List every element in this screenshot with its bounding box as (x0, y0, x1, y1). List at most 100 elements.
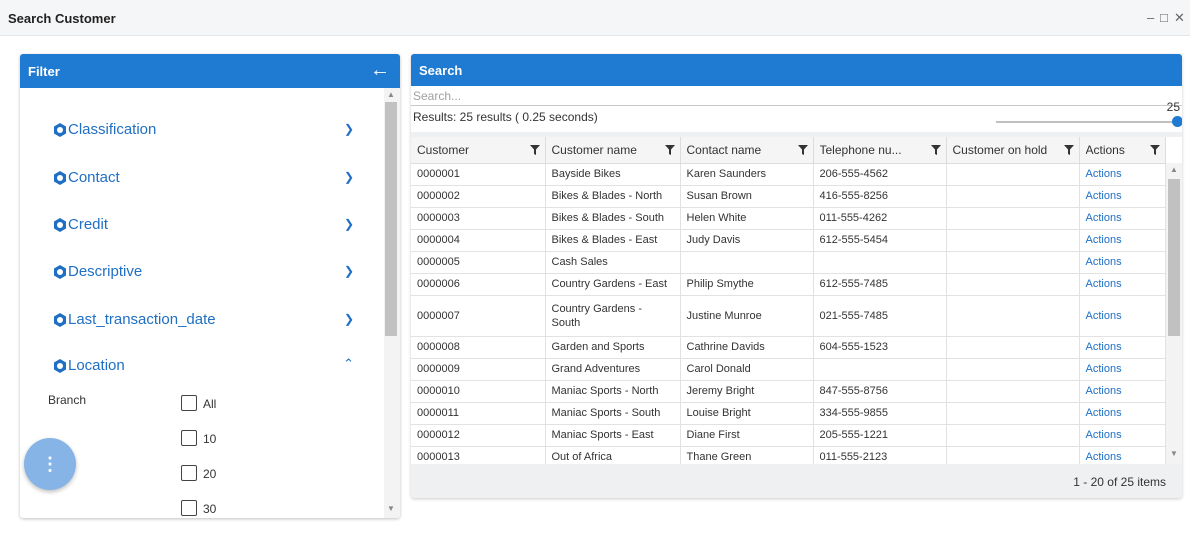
actions-link[interactable]: Actions (1079, 336, 1166, 359)
table-row[interactable]: 0000001 Bayside Bikes Karen Saunders 206-55… (411, 163, 1166, 186)
column-header[interactable]: Customer (411, 137, 546, 164)
table-row[interactable]: 0000010 Maniac Sports - North Jeremy Brigh… (411, 380, 1166, 403)
actions-link[interactable]: Actions (1079, 402, 1166, 425)
column-header[interactable]: Contact name (680, 137, 814, 164)
grid-scrollbar[interactable]: ▲ ▼ (1166, 163, 1182, 464)
scrollbar-thumb[interactable] (385, 102, 397, 336)
filter-funnel-icon[interactable] (529, 145, 540, 155)
table-cell (946, 207, 1080, 230)
table-cell: Diane First (680, 424, 814, 447)
filter-funnel-icon[interactable] (930, 145, 941, 155)
customer-grid: Customer Customer name Contact name Telepho… (411, 137, 1182, 464)
table-row[interactable]: 0000013 Out of Africa Thane Green 011-555-2… (411, 446, 1166, 464)
table-row[interactable]: 0000008 Garden and Sports Cathrine Davids 6… (411, 336, 1166, 359)
scroll-up-icon[interactable]: ▲ (1170, 165, 1178, 174)
table-cell: 604-555-1523 (813, 336, 947, 359)
actions-link[interactable]: Actions (1079, 251, 1166, 274)
table-cell: 0000012 (411, 424, 546, 447)
chevron-down-icon[interactable]: ❯ (344, 170, 354, 184)
checkbox[interactable] (181, 395, 197, 411)
filter-group-classification[interactable]: Classification ❯ (52, 120, 354, 142)
actions-link[interactable]: Actions (1079, 358, 1166, 381)
table-row[interactable]: 0000011 Maniac Sports - South Louise Brigh… (411, 402, 1166, 425)
actions-link[interactable]: Actions (1079, 273, 1166, 296)
filter-group-credit[interactable]: Credit ❯ (52, 215, 354, 237)
table-cell: Country Gardens - East (545, 273, 681, 296)
search-header: Search (411, 54, 1182, 86)
chevron-down-icon[interactable]: ❯ (344, 312, 354, 326)
actions-link[interactable]: Actions (1079, 446, 1166, 464)
checkbox[interactable] (181, 500, 197, 516)
table-row[interactable]: 0000009 Grand Adventures Carol Donald Actio… (411, 358, 1166, 381)
filter-funnel-icon[interactable] (1063, 145, 1074, 155)
more-actions-button[interactable]: ⋮ (24, 438, 76, 490)
slider-handle[interactable] (1172, 116, 1182, 127)
scrollbar-thumb[interactable] (1168, 179, 1180, 336)
maximize-icon[interactable]: □ (1160, 11, 1168, 25)
scroll-up-icon[interactable]: ▲ (387, 90, 395, 99)
table-cell (946, 229, 1080, 252)
column-header[interactable]: Customer name (545, 137, 681, 164)
table-cell: 011-555-2123 (813, 446, 947, 464)
column-header-label: Customer (417, 143, 470, 158)
chevron-up-icon[interactable]: ⌃ (343, 356, 354, 372)
filter-group-descriptive[interactable]: Descriptive ❯ (52, 262, 354, 284)
table-row[interactable]: 0000004 Bikes & Blades - East Judy Davis 61… (411, 229, 1166, 252)
table-row[interactable]: 0000005 Cash Sales Actions (411, 251, 1166, 274)
actions-link[interactable]: Actions (1079, 229, 1166, 252)
chevron-down-icon[interactable]: ❯ (344, 264, 354, 278)
filter-funnel-icon[interactable] (797, 145, 808, 155)
table-cell: 0000005 (411, 251, 546, 274)
filter-group-location[interactable]: Location ⌃ (52, 356, 354, 378)
table-header-row: Customer Customer name Contact name Telepho… (411, 137, 1166, 164)
chevron-down-icon[interactable]: ❯ (344, 217, 354, 231)
filter-scrollbar[interactable]: ▲ ▼ (384, 88, 400, 518)
filter-group-last-transaction-date[interactable]: Last_transaction_date ❯ (52, 310, 354, 332)
actions-link[interactable]: Actions (1079, 185, 1166, 208)
filter-group-contact[interactable]: Contact ❯ (52, 168, 354, 190)
table-cell (946, 358, 1080, 381)
table-cell: 416-555-8256 (813, 185, 947, 208)
table-row[interactable]: 0000006 Country Gardens - East Philip Smyt… (411, 273, 1166, 296)
table-cell: Bikes & Blades - North (545, 185, 681, 208)
arrow-left-icon[interactable]: ← (370, 59, 390, 81)
column-header[interactable]: Actions (1079, 137, 1166, 164)
customer-table: Customer Customer name Contact name Telepho… (411, 137, 1166, 464)
checkbox[interactable] (181, 465, 197, 481)
checkbox-label: 30 (203, 502, 217, 516)
minimize-icon[interactable]: – (1147, 11, 1154, 25)
actions-link[interactable]: Actions (1079, 207, 1166, 230)
scroll-down-icon[interactable]: ▼ (1170, 449, 1178, 458)
table-cell: 612-555-7485 (813, 273, 947, 296)
table-cell: 205-555-1221 (813, 424, 947, 447)
filter-panel: Filter ← Classification ❯ Contact ❯ Cred… (20, 54, 400, 518)
actions-link[interactable]: Actions (1079, 424, 1166, 447)
close-icon[interactable]: ✕ (1174, 11, 1185, 25)
table-cell: Thane Green (680, 446, 814, 464)
filter-funnel-icon[interactable] (664, 145, 675, 155)
page-size-slider[interactable] (996, 121, 1176, 123)
actions-link[interactable]: Actions (1079, 380, 1166, 403)
filter-funnel-icon[interactable] (1149, 145, 1160, 155)
table-row[interactable]: 0000012 Maniac Sports - East Diane First 20… (411, 424, 1166, 447)
column-header[interactable]: Telephone nu... (813, 137, 947, 164)
table-cell: 021-555-7485 (813, 295, 947, 337)
scroll-down-icon[interactable]: ▼ (387, 504, 395, 513)
table-cell: Bayside Bikes (545, 163, 681, 186)
checkbox[interactable] (181, 430, 197, 446)
search-input[interactable] (411, 86, 1182, 106)
actions-link[interactable]: Actions (1079, 163, 1166, 186)
filter-body: Classification ❯ Contact ❯ Credit ❯ Desc… (20, 88, 384, 518)
table-row[interactable]: 0000007 Country Gardens - South Justine Mu… (411, 295, 1166, 337)
actions-link[interactable]: Actions (1079, 295, 1166, 337)
table-row[interactable]: 0000003 Bikes & Blades - South Helen White… (411, 207, 1166, 230)
column-header-label: Customer on hold (952, 143, 1048, 158)
table-cell (946, 273, 1080, 296)
table-cell: 0000003 (411, 207, 546, 230)
column-header[interactable]: Customer on hold (946, 137, 1080, 164)
title-bar: Search Customer – □ ✕ (0, 0, 1190, 36)
table-row[interactable]: 0000002 Bikes & Blades - North Susan Brown… (411, 185, 1166, 208)
table-cell (813, 358, 947, 381)
chevron-down-icon[interactable]: ❯ (344, 122, 354, 136)
filter-group-label: Descriptive (68, 263, 143, 280)
